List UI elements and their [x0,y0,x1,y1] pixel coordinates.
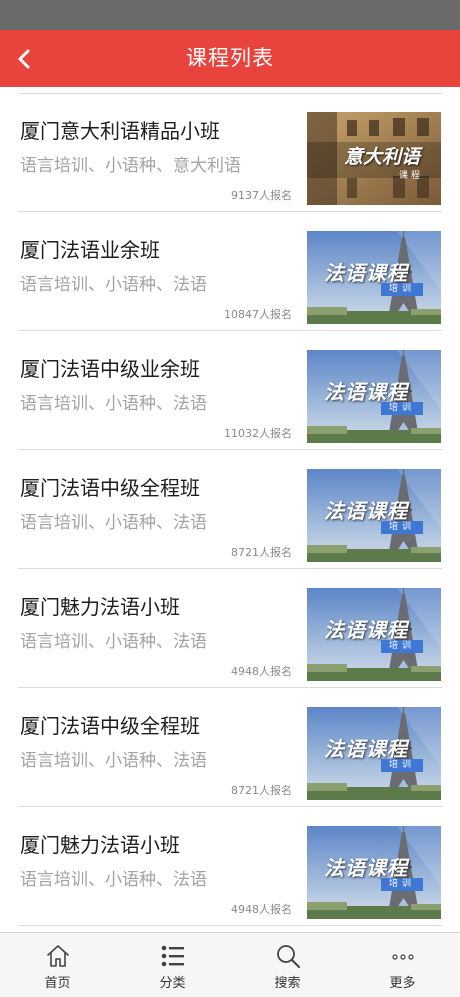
nav-bar: 课程列表 [0,30,460,87]
tab-label: 首页 [44,976,71,991]
course-tags: 语言培训、小语种、法语 [20,275,207,295]
chevron-left-icon [18,49,30,68]
course-name: 厦门法语中级全程班 [20,714,200,738]
thumbnail-title: 意大利语 [343,146,420,168]
thumbnail-subtitle: 培训 [381,521,424,534]
course-list-item[interactable]: 厦门法语中级全程班 语言培训、小语种、法语 8721人报名 法语课程 培训 [0,688,460,807]
thumbnail-subtitle: 课程 [399,171,424,181]
category-list-icon [161,945,184,967]
course-list-item[interactable]: 厦门意大利语精品小班 语言培训、小语种、意大利语 9137人报名 意大利语 课程 [0,93,460,212]
tab-home[interactable]: 首页 [0,933,115,997]
tab-label: 更多 [389,976,416,991]
enrollment-count: 11032人报名 [224,427,292,440]
course-list-item[interactable]: 厦门法语中级业余班 语言培训、小语种、法语 11032人报名 法语课程 培训 [0,331,460,450]
course-list-item[interactable]: 厦门法语业余班 语言培训、小语种、法语 10847人报名 法语课程 培训 [0,212,460,331]
tab-label: 搜索 [274,976,301,991]
more-icon [391,954,414,960]
course-tags: 语言培训、小语种、法语 [20,632,207,652]
tab-more[interactable]: 更多 [345,933,460,997]
thumbnail-subtitle: 培训 [381,402,424,415]
course-name: 厦门意大利语精品小班 [20,119,220,143]
thumbnail-title: 法语课程 [324,499,408,523]
course-list-item[interactable]: 厦门魅力法语小班 语言培训、小语种、法语 4948人报名 法语课程 培训 [0,807,460,926]
course-tags: 语言培训、小语种、法语 [20,870,207,890]
enrollment-count: 10847人报名 [224,308,292,321]
thumbnail-title: 法语课程 [324,737,408,761]
enrollment-count: 8721人报名 [231,546,292,559]
thumbnail-title: 法语课程 [324,618,408,642]
course-list-item[interactable]: 厦门魅力法语小班 语言培训、小语种、法语 4948人报名 法语课程 培训 [0,569,460,688]
course-name: 厦门法语业余班 [20,238,160,262]
thumbnail-subtitle: 培训 [381,878,424,891]
course-thumbnail: 意大利语 课程 [307,112,441,205]
course-thumbnail: 法语课程 培训 [307,588,441,681]
tab-search[interactable]: 搜索 [230,933,345,997]
course-tags: 语言培训、小语种、法语 [20,394,207,414]
course-name: 厦门魅力法语小班 [20,833,180,857]
tab-category[interactable]: 分类 [115,933,230,997]
course-list: 厦门意大利语精品小班 语言培训、小语种、意大利语 9137人报名 意大利语 课程… [0,87,460,932]
enrollment-count: 4948人报名 [231,665,292,678]
course-tags: 语言培训、小语种、意大利语 [20,156,241,176]
course-tags: 语言培训、小语种、法语 [20,513,207,533]
tab-label: 分类 [159,976,186,991]
thumbnail-title: 法语课程 [324,856,408,880]
course-name: 厦门魅力法语小班 [20,595,180,619]
back-button[interactable] [0,30,48,87]
course-thumbnail: 法语课程 培训 [307,826,441,919]
bottom-tab-bar: 首页 分类 搜索 更多 [0,932,460,997]
status-bar [0,0,460,30]
enrollment-count: 9137人报名 [231,189,292,202]
enrollment-count: 4948人报名 [231,903,292,916]
course-thumbnail: 法语课程 培训 [307,231,441,324]
enrollment-count: 8721人报名 [231,784,292,797]
course-name: 厦门法语中级全程班 [20,476,200,500]
thumbnail-subtitle: 培训 [381,759,424,772]
page-title: 课程列表 [186,46,274,70]
thumbnail-subtitle: 培训 [381,283,424,296]
course-thumbnail: 法语课程 培训 [307,350,441,443]
course-thumbnail: 法语课程 培训 [307,469,441,562]
course-thumbnail: 法语课程 培训 [307,707,441,800]
thumbnail-subtitle: 培训 [381,640,424,653]
course-list-item[interactable]: 厦门法语中级全程班 语言培训、小语种、法语 8721人报名 法语课程 培训 [0,450,460,569]
course-name: 厦门法语中级业余班 [20,357,200,381]
home-icon [46,945,69,967]
thumbnail-title: 法语课程 [324,261,408,285]
search-icon [276,945,300,968]
course-tags: 语言培训、小语种、法语 [20,751,207,771]
thumbnail-title: 法语课程 [324,380,408,404]
